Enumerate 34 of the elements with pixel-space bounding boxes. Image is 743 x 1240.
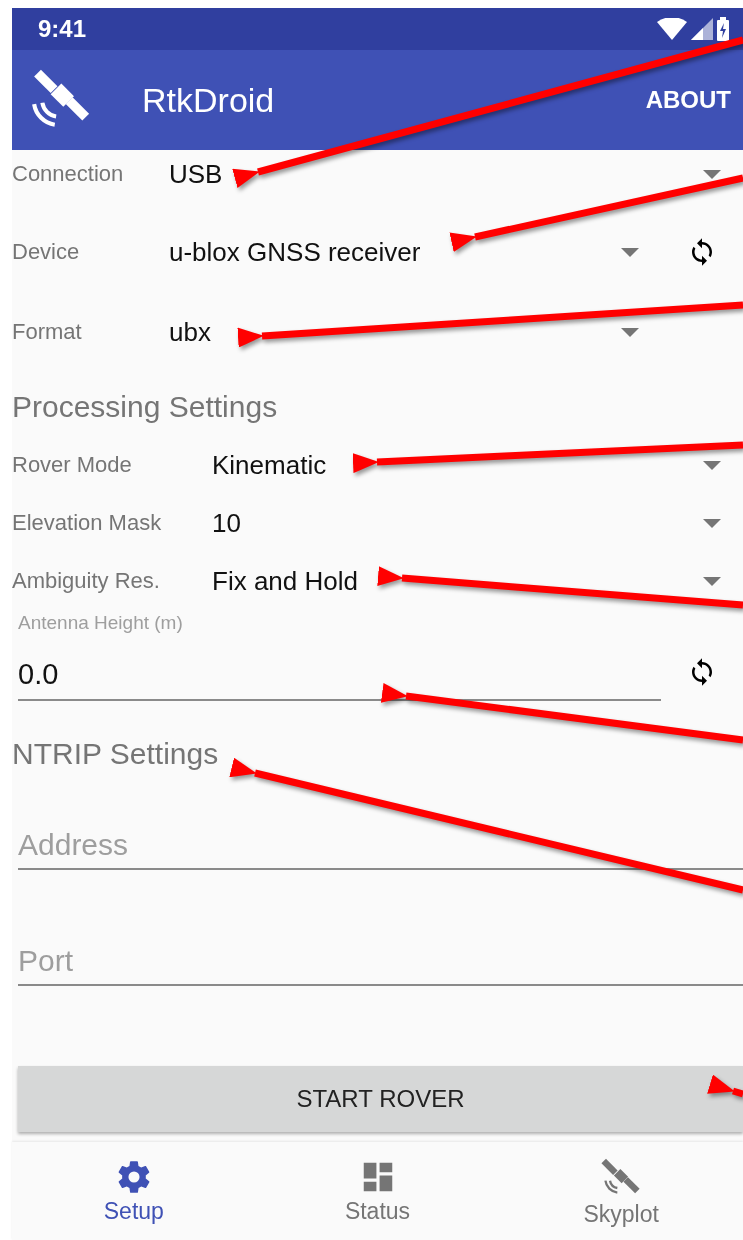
field-label: Antenna Height (m) — [18, 612, 184, 635]
dropdown-arrow-icon — [703, 576, 721, 586]
dropdown[interactable]: USB — [169, 150, 743, 198]
dropdown-arrow-icon — [621, 247, 639, 257]
app-title: RtkDroid — [142, 80, 276, 120]
start-rover-button[interactable]: START ROVER — [18, 1066, 743, 1132]
dropdown-arrow-icon — [703, 169, 721, 179]
field-label: Ambiguity Res. — [12, 568, 161, 594]
section-heading: Processing Settings — [12, 390, 279, 424]
dropdown[interactable]: Kinematic — [212, 441, 743, 489]
field-label: Connection — [12, 161, 125, 187]
antenna-height-field[interactable]: 0.0 — [18, 648, 661, 701]
dropdown[interactable]: 10 — [212, 499, 743, 547]
battery-icon — [717, 17, 729, 41]
status-time: 9:41 — [38, 15, 87, 43]
field-label: Elevation Mask — [12, 510, 163, 536]
field-label: Format — [12, 319, 83, 345]
nav-tab[interactable]: Status — [255, 1142, 500, 1240]
dropdown[interactable]: u-blox GNSS receiver — [169, 228, 661, 276]
about-button[interactable]: ABOUT — [645, 86, 731, 114]
dropdown[interactable]: Fix and Hold — [212, 557, 743, 605]
dropdown-arrow-icon — [703, 518, 721, 528]
dropdown[interactable]: ubx — [169, 308, 661, 356]
dropdown-arrow-icon — [621, 327, 639, 337]
signal-icon — [691, 18, 713, 40]
section-heading: NTRIP Settings — [12, 737, 220, 771]
field-label: Rover Mode — [12, 452, 133, 478]
wifi-icon — [657, 18, 687, 40]
text-field[interactable]: Port — [18, 940, 743, 986]
nav-tab[interactable]: Skyplot — [499, 1142, 743, 1240]
nav-tab[interactable]: Setup — [12, 1142, 256, 1240]
field-label: Device — [12, 239, 81, 265]
text-field[interactable]: Address — [18, 824, 743, 870]
dropdown-arrow-icon — [703, 460, 721, 470]
